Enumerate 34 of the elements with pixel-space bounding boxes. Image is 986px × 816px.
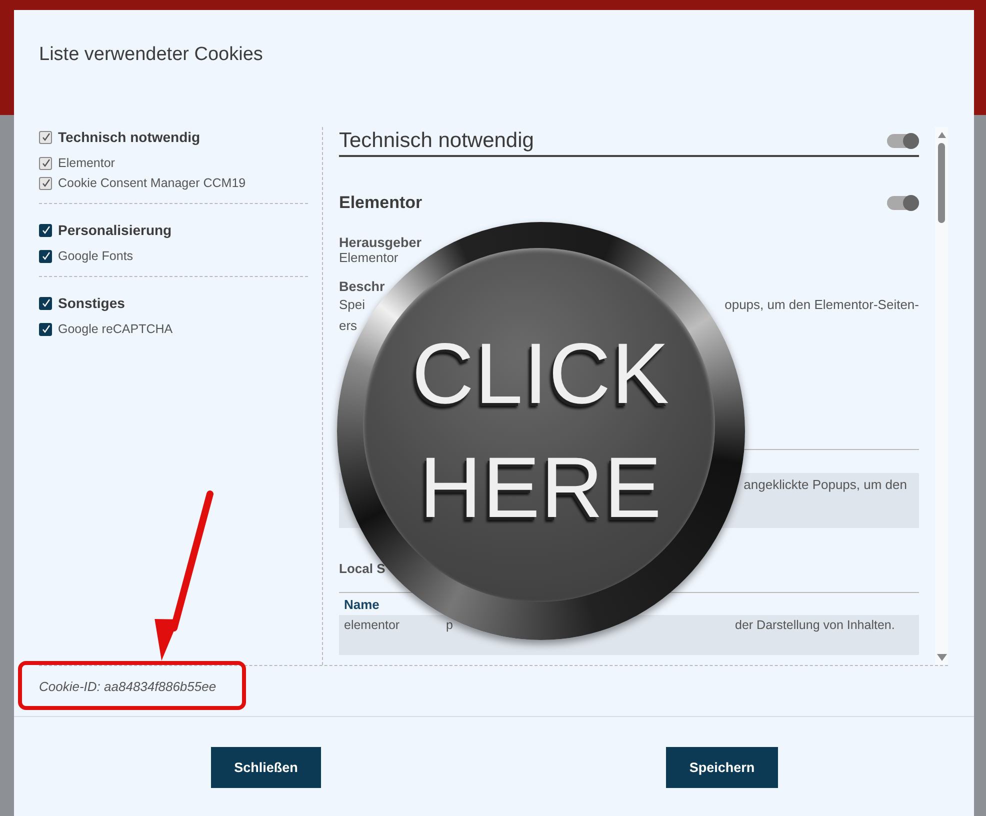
cookie-heading: Elementor xyxy=(339,193,422,213)
dialog-title: Liste verwendeter Cookies xyxy=(38,43,264,67)
toggle-switch[interactable] xyxy=(887,134,919,148)
checkbox[interactable] xyxy=(39,224,52,236)
description-text: Spei xyxy=(339,297,366,312)
cookie-label: Google Fonts xyxy=(58,249,134,263)
cookie-label: Cookie Consent Manager CCM19 xyxy=(58,176,246,190)
toggle-switch[interactable] xyxy=(887,196,919,210)
table-cell-text: p xyxy=(446,618,454,632)
scrollbar[interactable] xyxy=(935,127,948,665)
checkbox[interactable] xyxy=(39,296,52,310)
field-label: Local S xyxy=(339,561,386,576)
category-label: Technisch notwendig xyxy=(58,129,200,145)
category-label: Sonstiges xyxy=(58,295,125,311)
sticker-text: CLICK xyxy=(412,331,670,417)
column-header: Name xyxy=(343,596,380,614)
description-text: ers xyxy=(339,318,358,333)
cookie-label: Elementor xyxy=(58,156,115,170)
table-cell-text: elementor xyxy=(344,618,401,632)
description-text: opups, um den Elementor-Seiten- xyxy=(724,297,919,312)
table-cell-text: angeklickte Popups, um den xyxy=(744,477,907,494)
cookie-label: Google reCAPTCHA xyxy=(58,322,173,336)
cookie-id: Cookie-ID: aa84834f886b55ee xyxy=(39,679,216,694)
field-label: Herausgeber xyxy=(339,235,423,250)
table-cell-text: der Darstellung von Inhalten. xyxy=(735,618,896,632)
section-heading: Technisch notwendig xyxy=(339,129,534,153)
checkbox[interactable] xyxy=(39,322,52,336)
category-label: Personalisierung xyxy=(58,222,172,238)
field-value: Elementor xyxy=(339,250,400,265)
field-label: Beschr xyxy=(339,279,386,294)
checkbox[interactable] xyxy=(39,250,52,262)
close-button[interactable]: Schließen xyxy=(211,747,321,788)
sticker-text: HERE xyxy=(420,445,662,531)
save-button[interactable]: Speichern xyxy=(666,747,778,788)
